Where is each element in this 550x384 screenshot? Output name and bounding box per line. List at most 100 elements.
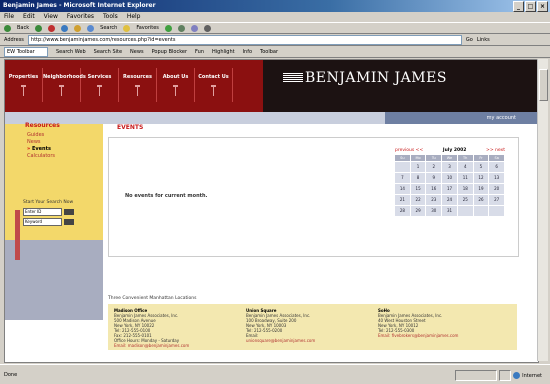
calendar-day[interactable]: 11 (457, 173, 473, 183)
home-icon[interactable] (74, 24, 82, 32)
vertical-scrollbar[interactable] (537, 59, 548, 361)
forward-icon[interactable] (35, 24, 43, 32)
minimize-icon[interactable]: _ (513, 1, 524, 12)
links-dropdown[interactable]: EW Toolbar (4, 46, 48, 57)
nav-about[interactable]: About Us (157, 68, 195, 102)
calendar-day[interactable]: 24 (442, 195, 457, 205)
address-input[interactable]: http://www.benjaminjames.com/resources.p… (27, 34, 462, 45)
stop-icon[interactable] (48, 24, 56, 32)
search-icon[interactable] (87, 24, 95, 32)
print-icon[interactable] (203, 24, 211, 32)
sidebar-nav: Guides News Events Calculators (27, 132, 55, 159)
calendar-day[interactable]: 31 (442, 206, 457, 216)
back-icon[interactable] (4, 24, 11, 32)
calendar-empty-cell (457, 206, 473, 216)
search-id-input[interactable]: Enter ID (23, 208, 62, 216)
favorites-button[interactable]: Favorites (136, 25, 159, 31)
calendar-weekdays: Su Mo Tu We Th Fr Sa (395, 155, 505, 161)
calendar-day[interactable]: 8 (410, 173, 426, 183)
links-item[interactable]: Search Site (94, 49, 122, 55)
favorites-icon[interactable] (123, 24, 131, 32)
calendar-week: 123456 (395, 162, 505, 172)
sidebar-item-guides[interactable]: Guides (27, 132, 55, 138)
empty-message: No events for current month. (125, 193, 208, 199)
office-union-square: Union Square Benjamin James Associates, … (246, 308, 356, 346)
menu-favorites[interactable]: Favorites (67, 12, 94, 22)
calendar-next-link[interactable]: >> next (486, 147, 505, 154)
go-button[interactable]: Go (466, 37, 473, 43)
calendar-day[interactable]: 1 (410, 162, 426, 172)
scrollbar-thumb[interactable] (539, 69, 548, 101)
calendar-day[interactable]: 9 (426, 173, 442, 183)
search-keyword-input[interactable]: Keyword (23, 218, 62, 226)
office-email-link[interactable]: Email: madison@benjaminjames.com (114, 343, 224, 348)
maximize-icon[interactable]: □ (525, 1, 536, 12)
menu-file[interactable]: File (4, 12, 14, 22)
calendar-day[interactable]: 26 (473, 195, 489, 205)
refresh-icon[interactable] (61, 24, 69, 32)
links-item[interactable]: Highlight (212, 49, 235, 55)
nav-services[interactable]: Services (81, 68, 119, 102)
menu-tools[interactable]: Tools (103, 12, 118, 22)
calendar-day[interactable]: 16 (426, 184, 442, 194)
menu-edit[interactable]: Edit (23, 12, 35, 22)
calendar-day[interactable]: 12 (473, 173, 489, 183)
my-account-link[interactable]: my account (487, 115, 516, 121)
links-item[interactable]: News (130, 49, 144, 55)
links-item[interactable]: Info (243, 49, 252, 55)
office-email-link[interactable]: Email: fivebrokers@benjaminjames.com (378, 333, 488, 338)
calendar-day[interactable]: 23 (426, 195, 442, 205)
calendar-day[interactable]: 15 (410, 184, 426, 194)
nav-neighborhoods[interactable]: Neighborhoods (43, 68, 86, 102)
calendar-day[interactable]: 10 (442, 173, 457, 183)
calendar-day[interactable]: 3 (442, 162, 457, 172)
nav-properties[interactable]: Properties (5, 68, 43, 102)
status-text: Done (4, 371, 18, 378)
media-icon[interactable] (164, 24, 172, 32)
links-item[interactable]: Popup Blocker (152, 49, 187, 55)
links-label[interactable]: Links (477, 37, 490, 43)
menu-view[interactable]: View (44, 12, 58, 22)
back-button[interactable]: Back (17, 25, 29, 31)
search-go-button[interactable] (64, 209, 74, 215)
calendar-day[interactable]: 28 (395, 206, 410, 216)
calendar-day[interactable]: 4 (457, 162, 473, 172)
sidebar-item-events[interactable]: Events (27, 146, 55, 152)
calendar-day[interactable]: 7 (395, 173, 410, 183)
office-email-link[interactable]: unionsquare@benjaminjames.com (246, 338, 356, 343)
calendar-day[interactable]: 2 (426, 162, 442, 172)
calendar-day[interactable]: 21 (395, 195, 410, 205)
calendar-day[interactable]: 17 (442, 184, 457, 194)
calendar-day[interactable]: 22 (410, 195, 426, 205)
calendar-day[interactable]: 14 (395, 184, 410, 194)
links-item[interactable]: Toolbar (260, 49, 278, 55)
calendar-day[interactable]: 6 (489, 162, 505, 172)
calendar-day[interactable]: 30 (426, 206, 442, 216)
weekday-label: We (442, 155, 457, 161)
links-item[interactable]: Fun (195, 49, 204, 55)
mail-icon[interactable] (190, 24, 198, 32)
nav-contact[interactable]: Contact Us (195, 68, 233, 102)
site-logo[interactable]: BENJAMIN JAMES (283, 71, 447, 85)
calendar-day[interactable]: 25 (457, 195, 473, 205)
links-item[interactable]: Search Web (56, 49, 86, 55)
calendar-prev-link[interactable]: previous << (395, 147, 423, 154)
nav-label: About Us (162, 74, 189, 80)
calendar-day[interactable]: 19 (473, 184, 489, 194)
calendar-day[interactable]: 29 (410, 206, 426, 216)
calendar-day[interactable]: 13 (489, 173, 505, 183)
sidebar-item-news[interactable]: News (27, 139, 55, 145)
close-icon[interactable]: × (537, 1, 548, 12)
keyword-go-button[interactable] (64, 219, 74, 225)
nav-label: Resources (122, 74, 152, 80)
calendar-day[interactable]: 18 (457, 184, 473, 194)
calendar-day[interactable]: 20 (489, 184, 505, 194)
standard-toolbar: Back Search Favorites (0, 22, 550, 34)
history-icon[interactable] (177, 24, 185, 32)
nav-resources[interactable]: Resources (119, 68, 157, 102)
sidebar-item-calculators[interactable]: Calculators (27, 153, 55, 159)
calendar-day[interactable]: 5 (473, 162, 489, 172)
menu-help[interactable]: Help (127, 12, 141, 22)
search-button[interactable]: Search (100, 25, 117, 31)
calendar-day[interactable]: 27 (489, 195, 505, 205)
